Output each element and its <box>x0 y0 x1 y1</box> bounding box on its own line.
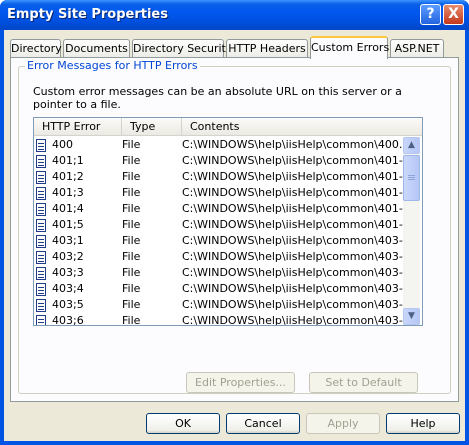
document-icon <box>36 298 48 312</box>
tab-documents[interactable]: Documents <box>63 39 130 58</box>
error-messages-group: Error Messages for HTTP Errors Custom er… <box>18 59 451 394</box>
list-item[interactable]: 401;4 File C:\WINDOWS\help\iisHelp\common\… <box>34 201 403 217</box>
type-cell: File <box>122 234 141 247</box>
custom-errors-panel: Error Messages for HTTP Errors Custom er… <box>10 57 459 402</box>
document-icon <box>36 282 48 296</box>
type-cell: File <box>122 298 141 311</box>
list-item[interactable]: 403;6 File C:\WINDOWS\help\iisHelp\common\… <box>34 313 403 325</box>
contents-cell: C:\WINDOWS\help\iisHelp\common\403-1.h <box>182 234 403 247</box>
tab-directory[interactable]: Directory <box>10 39 62 58</box>
contents-cell: C:\WINDOWS\help\iisHelp\common\403-5.h <box>182 298 403 311</box>
contents-cell: C:\WINDOWS\help\iisHelp\common\403-2.h <box>182 250 403 263</box>
list-item[interactable]: 401;3 File C:\WINDOWS\help\iisHelp\common\… <box>34 185 403 201</box>
tab-strip: Directory Documents Directory Security H… <box>10 36 460 59</box>
document-icon <box>36 138 48 152</box>
type-cell: File <box>122 266 141 279</box>
document-icon <box>36 218 48 232</box>
document-icon <box>36 202 48 216</box>
help-button[interactable]: Help <box>386 413 460 434</box>
contents-cell: C:\WINDOWS\help\iisHelp\common\401-5.h <box>182 218 403 231</box>
type-cell: File <box>122 218 141 231</box>
dialog-window: Empty Site Properties ? X Directory Docu… <box>0 0 469 445</box>
contents-cell: C:\WINDOWS\help\iisHelp\common\401-3.h <box>182 186 403 199</box>
contents-cell: C:\WINDOWS\help\iisHelp\common\403-6.h <box>182 314 403 325</box>
contents-cell: C:\WINDOWS\help\iisHelp\common\401-4.h <box>182 202 403 215</box>
contents-cell: C:\WINDOWS\help\iisHelp\common\401-1.h <box>182 154 403 167</box>
list-item[interactable]: 401;2 File C:\WINDOWS\help\iisHelp\common\… <box>34 169 403 185</box>
http-errors-list[interactable]: HTTP Error Type Contents 400 File C:\WINDO… <box>33 117 423 326</box>
set-to-default-button[interactable]: Set to Default <box>309 372 418 393</box>
type-cell: File <box>122 138 141 151</box>
document-icon <box>36 266 48 280</box>
list-rows: 400 File C:\WINDOWS\help\iisHelp\common\40… <box>34 137 403 325</box>
vertical-scrollbar[interactable]: ▲ ▼ <box>403 137 420 325</box>
http-error-cell: 403;5 <box>52 298 84 311</box>
scroll-down-icon[interactable]: ▼ <box>403 308 420 325</box>
tab-directory-security[interactable]: Directory Security <box>132 39 232 58</box>
list-item[interactable]: 400 File C:\WINDOWS\help\iisHelp\common\40… <box>34 137 403 153</box>
document-icon <box>36 250 48 264</box>
http-error-cell: 403;2 <box>52 250 84 263</box>
http-error-cell: 401;3 <box>52 186 84 199</box>
dialog-client-area: Directory Documents Directory Security H… <box>4 30 465 441</box>
http-error-cell: 400 <box>52 138 73 151</box>
type-cell: File <box>122 282 141 295</box>
group-title: Error Messages for HTTP Errors <box>25 59 200 72</box>
title-bar[interactable]: Empty Site Properties ? X <box>0 0 469 30</box>
apply-button[interactable]: Apply <box>306 413 380 434</box>
http-error-cell: 401;4 <box>52 202 84 215</box>
tab-http-headers[interactable]: HTTP Headers <box>226 39 308 58</box>
list-item[interactable]: 403;1 File C:\WINDOWS\help\iisHelp\common\… <box>34 233 403 249</box>
list-item[interactable]: 401;5 File C:\WINDOWS\help\iisHelp\common\… <box>34 217 403 233</box>
list-item[interactable]: 403;3 File C:\WINDOWS\help\iisHelp\common\… <box>34 265 403 281</box>
tab-asp-net[interactable]: ASP.NET <box>390 39 444 58</box>
document-icon <box>36 186 48 200</box>
type-cell: File <box>122 170 141 183</box>
type-cell: File <box>122 250 141 263</box>
contents-cell: C:\WINDOWS\help\iisHelp\common\401-2.h <box>182 170 403 183</box>
tab-custom-errors[interactable]: Custom Errors <box>310 36 389 59</box>
document-icon <box>36 170 48 184</box>
list-header: HTTP Error Type Contents <box>34 118 422 136</box>
scroll-thumb[interactable] <box>403 155 420 201</box>
contents-cell: C:\WINDOWS\help\iisHelp\common\403-4.h <box>182 282 403 295</box>
list-item[interactable]: 403;2 File C:\WINDOWS\help\iisHelp\common\… <box>34 249 403 265</box>
contents-cell: C:\WINDOWS\help\iisHelp\common\403-3.h <box>182 266 403 279</box>
ok-button[interactable]: OK <box>146 413 220 434</box>
column-type[interactable]: Type <box>122 118 182 136</box>
list-item[interactable]: 403;4 File C:\WINDOWS\help\iisHelp\common\… <box>34 281 403 297</box>
document-icon <box>36 314 48 325</box>
column-http-error[interactable]: HTTP Error <box>34 118 122 136</box>
document-icon <box>36 154 48 168</box>
type-cell: File <box>122 186 141 199</box>
scroll-up-icon[interactable]: ▲ <box>403 137 420 154</box>
list-item[interactable]: 401;1 File C:\WINDOWS\help\iisHelp\common\… <box>34 153 403 169</box>
edit-properties-button[interactable]: Edit Properties... <box>186 372 295 393</box>
http-error-cell: 401;5 <box>52 218 84 231</box>
http-error-cell: 401;1 <box>52 154 84 167</box>
http-error-cell: 403;6 <box>52 314 84 325</box>
document-icon <box>36 234 48 248</box>
type-cell: File <box>122 314 141 325</box>
window-title: Empty Site Properties <box>7 7 168 22</box>
http-error-cell: 403;3 <box>52 266 84 279</box>
help-icon[interactable]: ? <box>420 4 441 25</box>
close-icon[interactable]: X <box>443 4 464 25</box>
http-error-cell: 401;2 <box>52 170 84 183</box>
type-cell: File <box>122 154 141 167</box>
group-description: Custom error messages can be an absolute… <box>33 85 402 111</box>
http-error-cell: 403;4 <box>52 282 84 295</box>
cancel-button[interactable]: Cancel <box>226 413 300 434</box>
column-contents[interactable]: Contents <box>182 118 422 136</box>
type-cell: File <box>122 202 141 215</box>
http-error-cell: 403;1 <box>52 234 84 247</box>
list-item[interactable]: 403;5 File C:\WINDOWS\help\iisHelp\common\… <box>34 297 403 313</box>
contents-cell: C:\WINDOWS\help\iisHelp\common\400.htm <box>182 138 403 151</box>
